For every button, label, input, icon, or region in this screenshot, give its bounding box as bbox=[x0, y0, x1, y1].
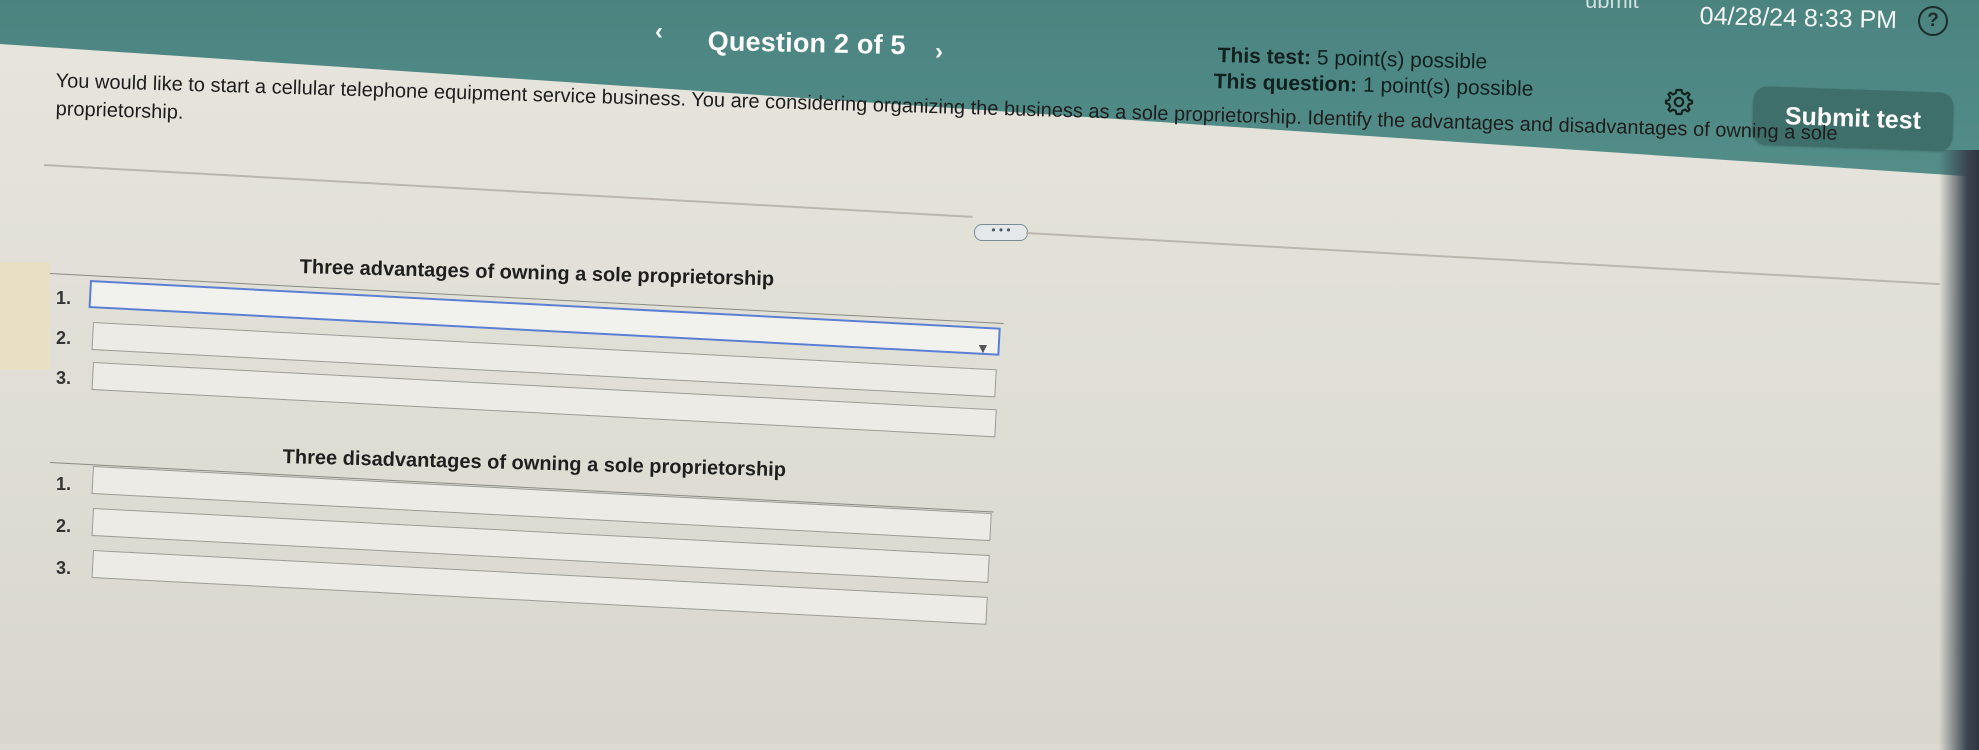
disadvantage-number-1: 1. bbox=[56, 474, 72, 494]
screen-edge-shadow bbox=[1939, 150, 1979, 750]
previous-question-button[interactable]: ‹ bbox=[655, 18, 663, 46]
datetime-display: 04/28/24 8:33 PM bbox=[1699, 2, 1898, 35]
disadvantage-number-3: 3. bbox=[56, 558, 72, 578]
dropdown-arrow-icon[interactable]: ▼ bbox=[976, 340, 990, 356]
question-counter: Question 2 of 5 bbox=[707, 26, 906, 61]
advantage-number-2: 2. bbox=[56, 328, 72, 348]
advantage-dropdown[interactable]: ▼ bbox=[976, 340, 990, 358]
help-icon[interactable]: ? bbox=[1918, 6, 1948, 36]
test-points-value: 5 point(s) possible bbox=[1316, 46, 1488, 74]
next-question-button[interactable]: › bbox=[935, 38, 943, 66]
disadvantage-number-2: 2. bbox=[56, 516, 72, 536]
submit-fragment-text: ubmit bbox=[1585, 0, 1639, 13]
question-text-line2: proprietorship. bbox=[55, 98, 184, 124]
settings-gear-icon[interactable] bbox=[1664, 86, 1694, 116]
question-points-label: This question: bbox=[1213, 70, 1358, 97]
expand-more-button[interactable]: • • • bbox=[974, 224, 1028, 241]
advantage-number-1: 1. bbox=[56, 288, 72, 308]
test-points-label: This test: bbox=[1217, 44, 1312, 70]
left-highlight-band bbox=[0, 262, 50, 370]
question-points-value: 1 point(s) possible bbox=[1362, 73, 1534, 101]
advantage-number-3: 3. bbox=[56, 368, 72, 388]
